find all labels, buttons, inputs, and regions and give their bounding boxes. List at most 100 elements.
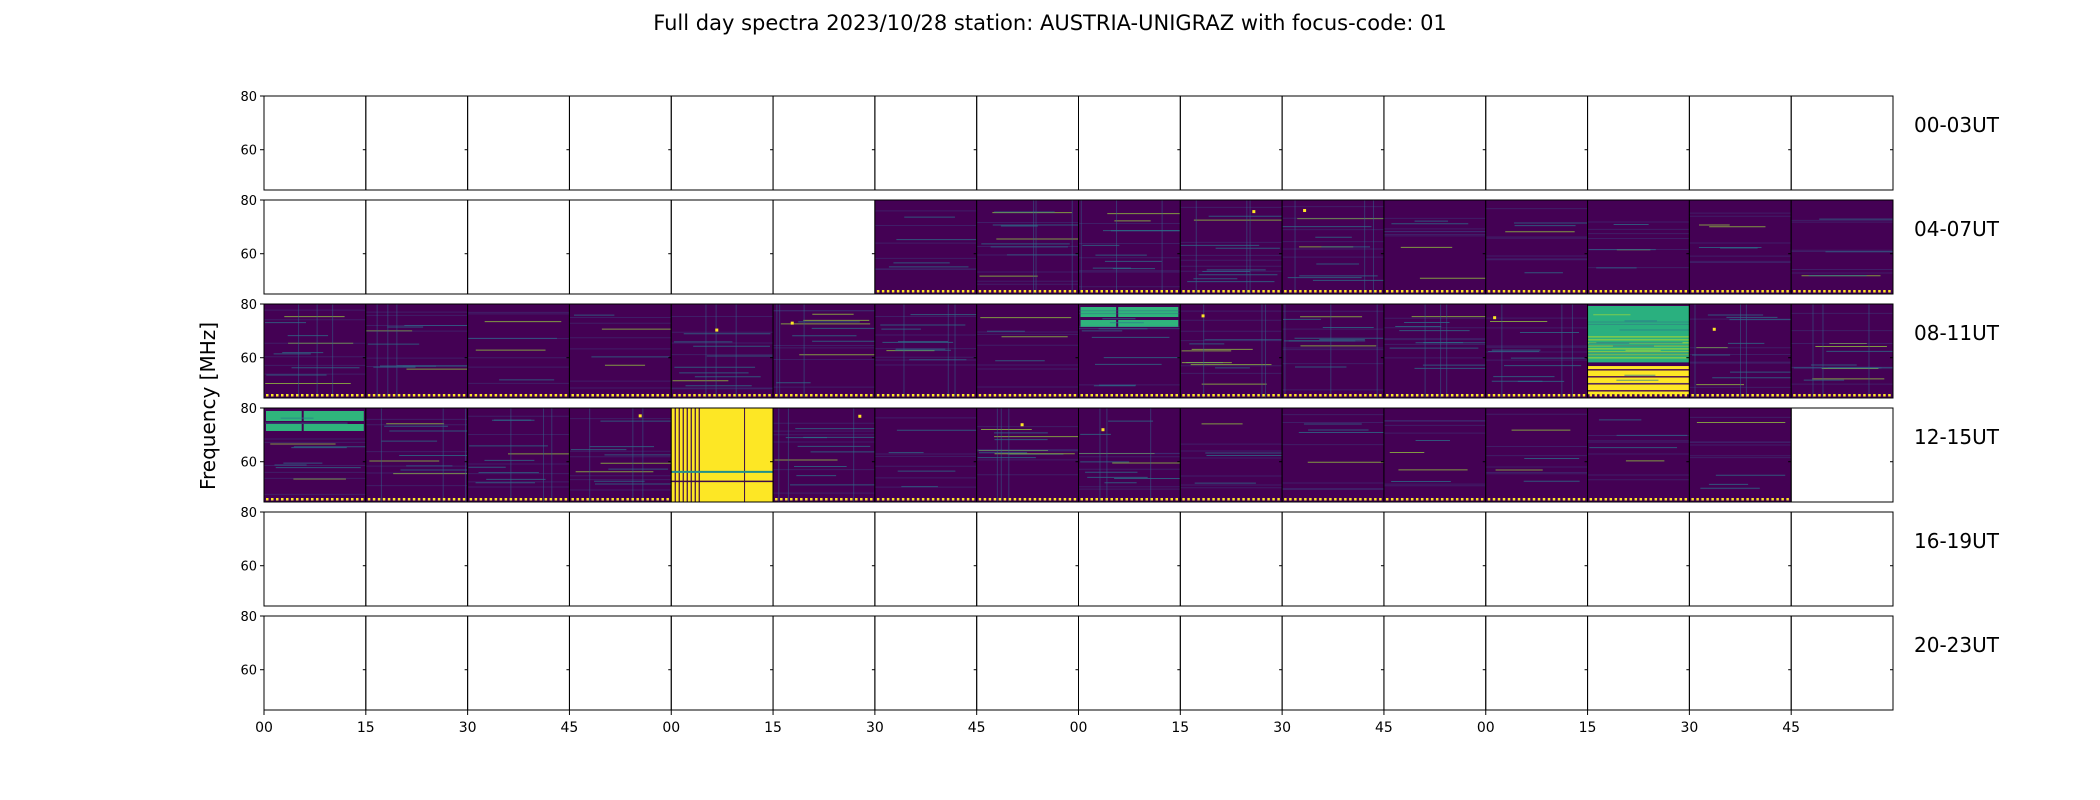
calibration-dot <box>1140 394 1143 397</box>
calibration-dot <box>961 498 965 501</box>
calibration-dot <box>1706 394 1709 397</box>
calibration-dot <box>800 394 803 397</box>
calibration-dot <box>524 394 528 397</box>
calibration-dot <box>785 498 788 501</box>
calibration-dot <box>1150 290 1153 293</box>
panel-frame <box>670 511 774 607</box>
calibration-dot <box>1833 290 1836 293</box>
calibration-dot <box>1589 394 1593 397</box>
calibration-dot <box>1100 394 1103 397</box>
calibration-dot <box>1192 290 1195 293</box>
calibration-dot <box>1492 498 1496 501</box>
calibration-dot <box>1023 290 1027 293</box>
spectrum-panel <box>1281 511 1385 607</box>
calibration-dot <box>1420 498 1424 501</box>
calibration-dot <box>1314 290 1317 293</box>
spectrum-panel <box>1790 615 1894 711</box>
calibration-dot <box>1629 290 1633 293</box>
calibration-dot <box>931 394 935 397</box>
y-tick-label: 80 <box>240 298 257 313</box>
calibration-dot <box>1170 498 1173 501</box>
spectrum-panel <box>1587 511 1690 607</box>
calibration-dot <box>1369 394 1372 397</box>
calibration-dot <box>646 498 649 501</box>
calibration-dot <box>1008 394 1012 397</box>
spectrum-panel <box>1485 615 1589 711</box>
calibration-dot <box>626 394 629 397</box>
calibration-dot <box>509 498 513 501</box>
calibration-dot <box>1018 290 1022 293</box>
calibration-dot <box>1329 394 1332 397</box>
panel-frame <box>1281 615 1385 711</box>
calibration-dot <box>437 498 441 501</box>
calibration-dot <box>1237 290 1240 293</box>
calibration-dot <box>693 394 696 397</box>
calibration-dot <box>1480 498 1484 501</box>
calibration-dot <box>951 498 955 501</box>
calibration-dot <box>810 394 813 397</box>
calibration-dot <box>840 498 843 501</box>
calibration-dot <box>1517 290 1521 293</box>
panel-frame <box>1078 95 1181 191</box>
calibration-dot <box>886 498 890 501</box>
spectrum-panel <box>1688 95 1792 191</box>
calibration-dot <box>1470 498 1474 501</box>
spectrum-panel <box>365 95 469 191</box>
calibration-dot <box>1120 498 1123 501</box>
calibration-dot <box>1175 290 1178 293</box>
calibration-dot <box>1175 394 1178 397</box>
calibration-dot <box>1013 498 1017 501</box>
calibration-dot <box>865 498 868 501</box>
calibration-dot <box>1090 290 1093 293</box>
calibration-dot <box>901 394 905 397</box>
x-tick-label: 30 <box>1680 720 1698 736</box>
calibration-dot <box>1354 498 1357 501</box>
spectrum-saturation <box>671 408 774 502</box>
spectrum-panel <box>365 615 469 711</box>
calibration-dot <box>1475 498 1479 501</box>
calibration-dot <box>479 498 483 501</box>
calibration-dot <box>1028 290 1032 293</box>
calibration-dot <box>1507 290 1511 293</box>
calibration-dot <box>708 394 711 397</box>
spectrum-background <box>1587 200 1690 294</box>
calibration-dot <box>1746 290 1749 293</box>
x-tick-label: 15 <box>1171 720 1189 736</box>
calibration-dot <box>1512 394 1516 397</box>
calibration-dot <box>876 290 880 293</box>
calibration-dot <box>1552 290 1556 293</box>
calibration-dot <box>474 394 478 397</box>
calibration-dot <box>956 498 960 501</box>
calibration-dot <box>1299 394 1302 397</box>
calibration-dot <box>1547 394 1551 397</box>
calibration-dot <box>291 498 294 501</box>
calibration-dot <box>281 498 284 501</box>
spectrum-panel <box>772 615 876 711</box>
calibration-dot <box>1140 290 1143 293</box>
calibration-dot <box>956 394 960 397</box>
calibration-dot <box>1319 394 1322 397</box>
calibration-dot <box>1547 290 1551 293</box>
calibration-dot <box>1776 290 1779 293</box>
calibration-dot <box>1517 498 1521 501</box>
spectrum-panel <box>1485 303 1589 399</box>
calibration-dot <box>321 394 324 397</box>
calibration-dot <box>1746 394 1749 397</box>
calibration-dot <box>1207 290 1210 293</box>
calibration-dot <box>1284 394 1287 397</box>
calibration-dot <box>361 394 364 397</box>
calibration-dot <box>1527 290 1531 293</box>
calibration-dot <box>921 290 925 293</box>
panel-frame <box>670 615 774 711</box>
calibration-dot <box>1395 290 1399 293</box>
calibration-dot <box>998 290 1002 293</box>
calibration-dot <box>1557 394 1561 397</box>
calibration-dot <box>1696 498 1699 501</box>
calibration-dot <box>601 498 604 501</box>
calibration-dot <box>311 498 314 501</box>
calibration-dot <box>1252 290 1255 293</box>
calibration-dot <box>1741 394 1744 397</box>
calibration-dot <box>1701 290 1704 293</box>
calibration-dot <box>768 394 771 397</box>
calibration-dot <box>998 394 1002 397</box>
